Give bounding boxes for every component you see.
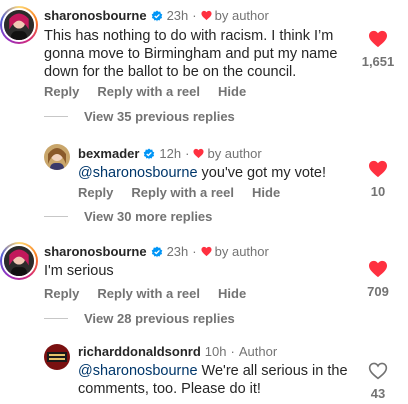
comment-2: bexmader 12h · by author @sharonosbourne…: [0, 138, 408, 208]
avatar[interactable]: [44, 344, 70, 370]
reply-button[interactable]: Reply: [78, 185, 113, 200]
avatar[interactable]: [44, 144, 70, 170]
view-previous-replies[interactable]: View 35 previous replies: [44, 109, 235, 124]
comment-3: sharonosbourne 23h · by author I'm serio…: [0, 238, 408, 304]
comment-text: I'm serious: [44, 263, 114, 279]
heart-filled-icon[interactable]: [368, 30, 388, 48]
by-author-label: by author: [207, 146, 262, 161]
comment-body: you've got my vote!: [197, 165, 327, 181]
reply-with-reel-button[interactable]: Reply with a reel: [97, 286, 200, 301]
hide-button[interactable]: Hide: [252, 185, 280, 200]
like-count: 709: [367, 284, 389, 299]
thread-line: [44, 318, 68, 319]
timestamp: 10h: [204, 344, 227, 359]
by-author-label: by author: [214, 244, 269, 259]
verified-badge-icon: [151, 246, 163, 258]
like-count: 10: [370, 184, 386, 199]
view-replies-label: View 35 previous replies: [84, 109, 235, 124]
comment-4: richarddonaldsonrd 10h · Author @sharono…: [0, 338, 408, 404]
small-heart-icon: [201, 246, 212, 257]
reply-button[interactable]: Reply: [44, 84, 79, 99]
comment-text: @sharonosbourne you've got my vote!: [78, 164, 348, 182]
heart-filled-icon[interactable]: [368, 260, 388, 278]
timestamp: 12h: [159, 146, 182, 161]
view-more-replies[interactable]: View 30 more replies: [44, 209, 212, 224]
mention-link[interactable]: @sharonosbourne: [78, 165, 198, 181]
heart-outline-icon[interactable]: [368, 362, 388, 380]
separator-dot: ·: [192, 244, 197, 259]
view-replies-label: View 30 more replies: [84, 209, 213, 224]
small-heart-icon: [201, 10, 212, 21]
like-column: 10: [356, 160, 400, 199]
author-label: Author: [238, 344, 278, 359]
like-column: 709: [356, 260, 400, 299]
separator-dot: ·: [192, 8, 197, 23]
like-column: 43: [356, 362, 400, 401]
thread-line: [44, 116, 68, 117]
heart-filled-icon[interactable]: [368, 160, 388, 178]
username[interactable]: bexmader: [78, 146, 139, 161]
timestamp: 23h: [166, 8, 189, 23]
verified-badge-icon: [143, 148, 155, 160]
verified-badge-icon: [151, 10, 163, 22]
like-count: 43: [370, 386, 386, 401]
reply-with-reel-button[interactable]: Reply with a reel: [97, 84, 200, 99]
by-author-label: by author: [214, 8, 269, 23]
avatar[interactable]: [2, 8, 36, 42]
comment-text: This has nothing to do with racism. I th…: [44, 28, 338, 80]
username[interactable]: richarddonaldsonrd: [78, 344, 201, 359]
username[interactable]: sharonosbourne: [44, 244, 147, 259]
separator-dot: ·: [230, 344, 235, 359]
thread-line: [44, 216, 68, 217]
username[interactable]: sharonosbourne: [44, 8, 147, 23]
separator-dot: ·: [185, 146, 190, 161]
hide-button[interactable]: Hide: [218, 286, 246, 301]
like-count: 1,651: [361, 54, 395, 69]
avatar[interactable]: [2, 244, 36, 278]
hide-button[interactable]: Hide: [218, 84, 246, 99]
mention-link[interactable]: @sharonosbourne: [78, 363, 198, 379]
reply-with-reel-button[interactable]: Reply with a reel: [131, 185, 234, 200]
small-heart-icon: [193, 148, 205, 159]
reply-button[interactable]: Reply: [44, 286, 79, 301]
comment-text: @sharonosbourne We're all serious in the…: [78, 362, 348, 398]
timestamp: 23h: [166, 244, 189, 259]
comment-1: sharonosbourne 23h · by author This has …: [0, 0, 408, 104]
like-column: 1,651: [356, 30, 400, 69]
view-replies-label: View 28 previous replies: [84, 311, 235, 326]
view-previous-replies[interactable]: View 28 previous replies: [44, 311, 235, 326]
